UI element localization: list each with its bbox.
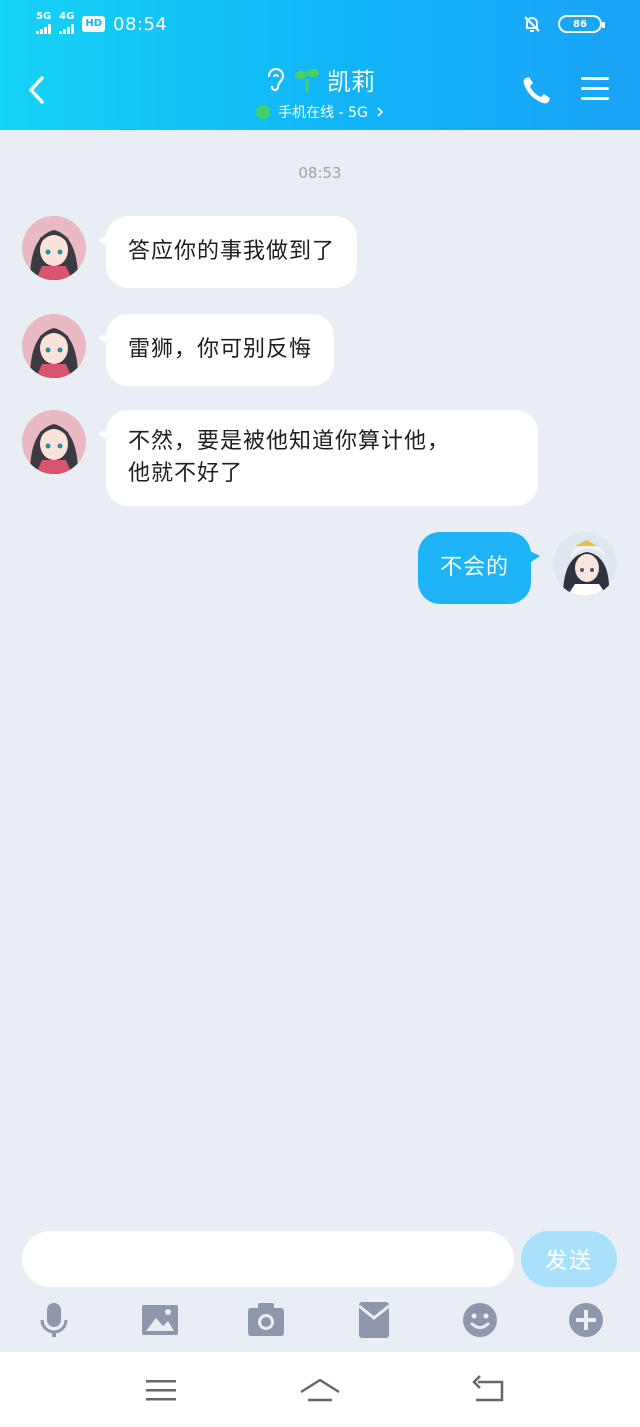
battery-level: 86 [573, 18, 587, 30]
signal-5g-indicator: 5G [36, 12, 51, 34]
nav-back-icon[interactable] [466, 1370, 510, 1410]
contact-avatar[interactable] [22, 314, 86, 378]
contact-avatar[interactable] [22, 216, 86, 280]
image-icon[interactable] [140, 1300, 180, 1340]
message-input[interactable] [22, 1231, 514, 1287]
signal-5g-label: 5G [36, 11, 52, 22]
message-text: 雷狮，你可别反悔 [128, 337, 313, 362]
menu-icon[interactable] [578, 74, 612, 104]
message-text-line: 他就不好了 [128, 461, 244, 486]
microphone-icon[interactable] [34, 1300, 74, 1340]
message-bubble-received[interactable]: 答应你的事我做到了 [97, 216, 358, 288]
online-status-text: 手机在线 - 5G [278, 104, 368, 121]
online-status[interactable]: 手机在线 - 5G [256, 102, 384, 122]
hd-badge: HD [82, 16, 106, 32]
battery-icon: 86 [558, 15, 605, 33]
red-packet-icon[interactable] [354, 1300, 394, 1340]
chat-header: 5G 4G HD 08:54 86 凯莉 手机在线 - 5G [0, 0, 640, 130]
sprout-icon [295, 68, 319, 92]
chat-toolbar [0, 1300, 640, 1344]
signal-bars-icon [36, 24, 51, 34]
chevron-right-icon [377, 106, 383, 117]
online-dot-icon [256, 104, 271, 119]
message-text-line: 不然，要是被他知道你算计他， [128, 429, 451, 454]
nav-menu-icon[interactable] [140, 1370, 184, 1410]
contact-avatar[interactable] [22, 410, 86, 474]
message-bubble-received[interactable]: 不然，要是被他知道你算计他， 他就不好了 [98, 410, 538, 506]
phone-icon[interactable] [520, 74, 554, 108]
message-bubble-received[interactable]: 雷狮，你可别反悔 [97, 314, 335, 386]
plus-icon[interactable] [566, 1300, 606, 1340]
message-text: 不会的 [440, 555, 510, 580]
status-time: 08:54 [113, 14, 168, 35]
signal-4g-label: 4G [59, 11, 75, 22]
emoji-icon[interactable] [460, 1300, 500, 1340]
send-button[interactable]: 发送 [521, 1231, 617, 1287]
self-avatar[interactable] [553, 532, 617, 596]
signal-4g-indicator: 4G [59, 12, 74, 34]
status-bar: 5G 4G HD 08:54 86 [0, 0, 640, 48]
message-bubble-sent[interactable]: 不会的 [418, 532, 541, 604]
message-text: 答应你的事我做到了 [128, 239, 336, 264]
signal-bars-icon [59, 24, 75, 34]
system-nav-bar [0, 1352, 640, 1427]
contact-name: 凯莉 [327, 68, 375, 96]
nav-home-icon[interactable] [298, 1370, 342, 1410]
ear-icon [267, 67, 285, 91]
message-timestamp: 08:53 [298, 164, 342, 182]
camera-icon[interactable] [246, 1300, 286, 1340]
bell-off-icon [524, 16, 540, 32]
